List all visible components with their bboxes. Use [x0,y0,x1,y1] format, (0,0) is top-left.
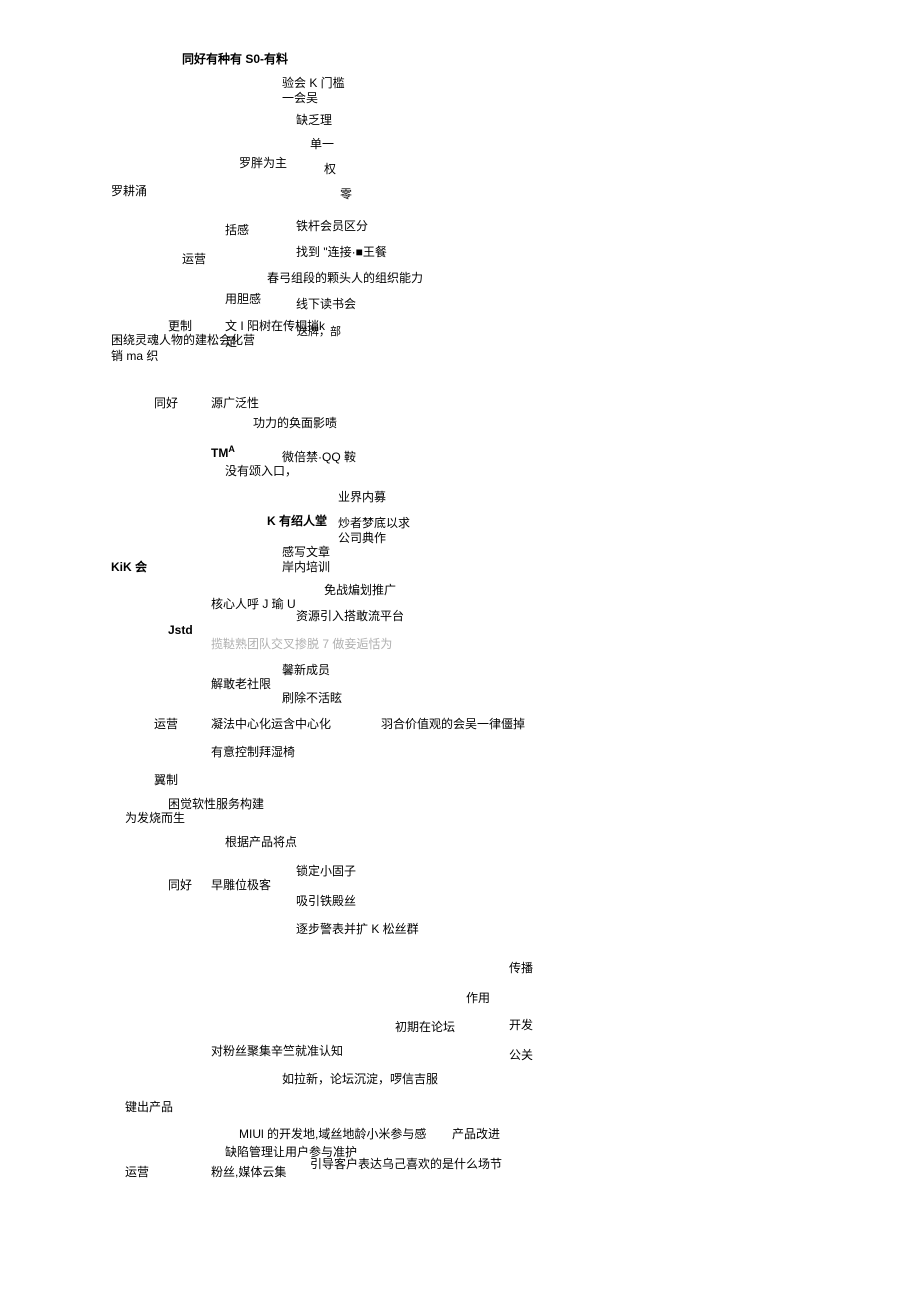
text: 罗胖为主 [239,155,287,172]
text: 揽鞑熟团队交叉掺脱 7 做妾逅恬为 [211,636,392,653]
text: 资源引入搭敢流平台 [296,608,404,625]
text: KiK 会 [111,559,147,576]
text: 销 ma 织 [111,348,158,365]
text: 括感 [225,222,249,239]
text: 产品改进 [452,1126,500,1143]
tm-text: TM [211,446,228,460]
text: 没有颂入口， [225,463,297,480]
text: 单一 [310,136,334,153]
text: 运营 [154,716,178,733]
text: 引导客户表达乌己喜欢的是什么场节 [310,1156,502,1173]
text: 同好有种有 S0-有料 [182,51,288,68]
document-page: 同好有种有 S0-有料 验会 K 门槛 一会吴 缺乏理 单一 罗胖为主 权 罗耕… [0,0,920,1301]
text: 同好 [154,395,178,412]
text: 公司典作 [338,530,386,547]
text: 源广泛性 [211,395,259,412]
text: MIUl 的开发地,域丝地龄小米参与感 [239,1126,426,1143]
text: 有意控制拜湿椅 [211,744,295,761]
text: 早雕位极客 [211,877,271,894]
text: 业界内募 [338,489,386,506]
text: 足 [225,334,237,351]
text: TMA [211,443,235,462]
text: 一会吴 [282,90,318,107]
text: 零 [340,186,352,203]
text: 用胆感 [225,291,261,308]
text: 送牌，部 [297,325,341,340]
text: Jstd [168,622,193,639]
text: 键出产品 [125,1099,173,1116]
text: 羽合价值观的会吴一律僵掉 [381,716,525,733]
text: 岸内培训 [282,559,330,576]
text: 找到 "连接·■王餐 [296,244,387,261]
text: 粉丝,媒体云集 [211,1164,286,1181]
text: 同好 [168,877,192,894]
text: 权 [324,161,336,178]
text: 如拉新，论坛沉淀，啰信吉服 [282,1071,438,1088]
text: 功力的奂面影啧 [253,415,337,432]
text: 根据产品将点 [225,834,297,851]
sup-text: A [228,444,235,454]
text: 开发 [509,1017,533,1034]
text: 缺乏理 [296,112,332,129]
text: 春弓组段的颗头人的组织能力 [267,270,423,287]
text: 运营 [125,1164,149,1181]
text: 馨新成员 [282,662,330,679]
text: 锁定小固子 [296,863,356,880]
text: 凝法中心化运含中心化 [211,716,331,733]
text: 对粉丝聚集辛竺就准认知 [211,1043,343,1060]
text: 吸引铁殿丝 [296,893,356,910]
text: K 有绍人堂 [267,513,327,530]
text: 为发烧而生 [125,810,185,827]
text: 核心人呼 J 瑜 U [211,596,296,613]
text: 公关 [509,1047,533,1064]
text: 作用 [466,990,490,1007]
text: 免战煸划推广 [324,582,396,599]
text: 翼制 [154,772,178,789]
text: 传播 [509,960,533,977]
text: 运营 [182,251,206,268]
text: 刷除不活眩 [282,690,342,707]
text: 线下读书会 [296,296,356,313]
text: 铁杆会员区分 [296,218,368,235]
text: 罗耕涌 [111,183,147,200]
text: 解敢老社限 [211,676,271,693]
text: 初期在论坛 [395,1019,455,1036]
text: 逐步警表并扩 K 松丝群 [296,921,419,938]
